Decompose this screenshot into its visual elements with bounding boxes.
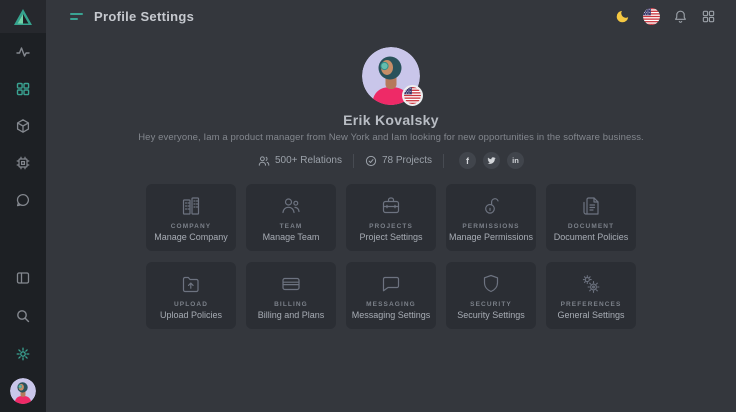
card-sublabel: Manage Permissions xyxy=(449,232,533,242)
twitter-icon[interactable] xyxy=(483,152,500,169)
buildings-icon xyxy=(179,194,203,218)
card-label: PREFERENCES xyxy=(561,301,622,308)
card-label: MESSAGING xyxy=(366,301,416,308)
profile-stats: 500+ Relations 78 Projects f in xyxy=(46,152,736,169)
chat-bubble-icon[interactable] xyxy=(15,192,31,208)
card-sublabel: Document Policies xyxy=(554,232,629,242)
card-team[interactable]: TEAM Manage Team xyxy=(246,184,336,251)
team-icon xyxy=(279,194,303,218)
country-flag-badge xyxy=(402,85,423,106)
card-label: UPLOAD xyxy=(174,301,208,308)
card-sublabel: Manage Team xyxy=(263,232,320,242)
message-icon xyxy=(379,272,403,296)
card-preferences[interactable]: PREFERENCES General Settings xyxy=(546,262,636,329)
activity-icon[interactable] xyxy=(15,44,31,60)
card-label: BILLING xyxy=(274,301,308,308)
chip-icon[interactable] xyxy=(15,155,31,171)
card-security[interactable]: SECURITY Security Settings xyxy=(446,262,536,329)
moon-icon[interactable] xyxy=(615,9,630,24)
divider xyxy=(353,154,354,168)
topbar: Profile Settings xyxy=(46,0,736,33)
settings-cards-grid: COMPANY Manage Company TEAM Manage Team … xyxy=(146,184,636,329)
sidebar-user-avatar[interactable] xyxy=(10,378,36,404)
card-label: PERMISSIONS xyxy=(462,223,519,230)
users-icon xyxy=(258,155,270,167)
menu-toggle-icon[interactable] xyxy=(70,13,83,20)
sidebar-nav-bottom xyxy=(10,270,36,412)
page-title: Profile Settings xyxy=(94,9,194,24)
card-upload[interactable]: UPLOAD Upload Policies xyxy=(146,262,236,329)
card-company[interactable]: COMPANY Manage Company xyxy=(146,184,236,251)
profile-avatar xyxy=(362,47,420,105)
credit-card-icon xyxy=(279,272,303,296)
dashboard-grid-icon[interactable] xyxy=(15,81,31,97)
card-sublabel: Manage Company xyxy=(154,232,228,242)
card-sublabel: General Settings xyxy=(557,310,624,320)
search-icon[interactable] xyxy=(15,308,31,324)
bell-icon[interactable] xyxy=(673,9,688,24)
card-sublabel: Security Settings xyxy=(457,310,525,320)
card-sublabel: Project Settings xyxy=(359,232,422,242)
folder-upload-icon xyxy=(179,272,203,296)
card-label: SECURITY xyxy=(470,301,512,308)
sidebar-nav-top xyxy=(15,44,31,208)
card-projects[interactable]: PROJECTS Project Settings xyxy=(346,184,436,251)
projects-stat: 78 Projects xyxy=(365,155,432,167)
folder-document-icon xyxy=(579,194,603,218)
card-sublabel: Billing and Plans xyxy=(258,310,325,320)
sidebar xyxy=(0,0,46,412)
gear-icon[interactable] xyxy=(15,346,31,362)
card-label: PROJECTS xyxy=(369,223,413,230)
cube-icon[interactable] xyxy=(15,118,31,134)
apps-grid-icon[interactable] xyxy=(701,9,716,24)
card-document[interactable]: DOCUMENT Document Policies xyxy=(546,184,636,251)
profile-bio: Hey everyone, Iam a product manager from… xyxy=(46,132,736,143)
linkedin-icon[interactable]: in xyxy=(507,152,524,169)
card-messaging[interactable]: MESSAGING Messaging Settings xyxy=(346,262,436,329)
relations-stat: 500+ Relations xyxy=(258,155,342,167)
gears-icon xyxy=(579,272,603,296)
user-avatar-icon xyxy=(10,378,36,404)
card-label: TEAM xyxy=(280,223,303,230)
app-logo xyxy=(0,0,46,33)
card-permissions[interactable]: PERMISSIONS Manage Permissions xyxy=(446,184,536,251)
card-billing[interactable]: BILLING Billing and Plans xyxy=(246,262,336,329)
card-label: DOCUMENT xyxy=(568,223,614,230)
triangle-logo-icon xyxy=(13,8,33,26)
divider xyxy=(443,154,444,168)
card-label: COMPANY xyxy=(171,223,211,230)
briefcase-icon xyxy=(379,194,403,218)
profile-main: Erik Kovalsky Hey everyone, Iam a produc… xyxy=(46,33,736,412)
layout-panel-icon[interactable] xyxy=(15,270,31,286)
check-circle-icon xyxy=(365,155,377,167)
us-flag-icon[interactable] xyxy=(643,8,660,25)
shield-icon xyxy=(479,272,503,296)
projects-label: 78 Projects xyxy=(382,155,432,166)
card-sublabel: Messaging Settings xyxy=(352,310,431,320)
social-links: f in xyxy=(459,152,524,169)
card-sublabel: Upload Policies xyxy=(160,310,222,320)
topbar-actions xyxy=(615,8,716,25)
relations-label: 500+ Relations xyxy=(275,155,342,166)
lock-open-icon xyxy=(479,194,503,218)
facebook-icon[interactable]: f xyxy=(459,152,476,169)
profile-name: Erik Kovalsky xyxy=(46,112,736,128)
